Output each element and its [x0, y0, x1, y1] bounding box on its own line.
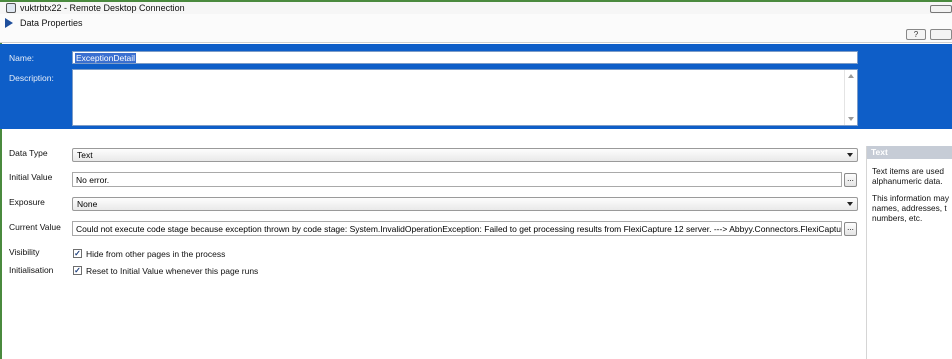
help-text-line: Text items are used — [872, 166, 944, 176]
hide-from-other-pages-label: Hide from other pages in the process — [86, 249, 226, 259]
chevron-down-icon — [847, 153, 853, 157]
data-type-value: Text — [77, 150, 93, 160]
initial-value-input[interactable]: No error. — [72, 172, 842, 187]
current-value-input[interactable]: Could not execute code stage because exc… — [72, 221, 842, 236]
help-panel: Text Text items are used alphanumeric da… — [866, 146, 952, 359]
dialog-minimize-button[interactable] — [930, 29, 952, 40]
scroll-up-arrow-icon[interactable] — [848, 74, 854, 78]
initial-value-text: No error. — [76, 175, 110, 185]
description-textarea[interactable] — [72, 69, 858, 126]
exposure-label: Exposure — [9, 197, 45, 207]
remote-desktop-icon — [6, 3, 16, 13]
name-label: Name: — [9, 53, 35, 63]
exposure-dropdown[interactable]: None — [72, 197, 858, 211]
visibility-label: Visibility — [9, 247, 40, 257]
current-value-text: Could not execute code stage because exc… — [76, 224, 842, 234]
data-type-dropdown[interactable]: Text — [72, 148, 858, 162]
current-value-label: Current Value — [9, 222, 61, 232]
dialog-title: Data Properties — [20, 18, 83, 28]
minimize-button[interactable] — [930, 5, 952, 13]
initialisation-label: Initialisation — [9, 265, 54, 275]
chevron-down-icon — [847, 202, 853, 206]
help-text-line: names, addresses, t — [872, 203, 947, 213]
blueprism-arrow-icon — [5, 18, 13, 28]
help-button[interactable]: ? — [906, 29, 926, 40]
exposure-value: None — [77, 199, 98, 209]
properties-header: Name: ExceptionDetail Description: — [0, 44, 952, 129]
name-input[interactable]: ExceptionDetail — [72, 51, 858, 64]
description-label: Description: — [9, 73, 54, 83]
help-panel-title: Text — [867, 146, 952, 159]
scroll-down-arrow-icon[interactable] — [848, 117, 854, 121]
name-value: ExceptionDetail — [75, 53, 137, 63]
help-text-line: alphanumeric data. — [872, 176, 943, 186]
hide-from-other-pages-checkbox[interactable]: ✓ — [73, 249, 82, 258]
initial-value-label: Initial Value — [9, 172, 53, 182]
reset-initial-value-label: Reset to Initial Value whenever this pag… — [86, 266, 259, 276]
reset-initial-value-checkbox[interactable]: ✓ — [73, 266, 82, 275]
help-text-line: This information may — [872, 193, 950, 203]
help-text-line: numbers, etc. — [872, 213, 923, 223]
description-scrollbar[interactable] — [844, 70, 857, 125]
initial-value-ellipsis-button[interactable]: ... — [844, 173, 857, 187]
data-type-label: Data Type — [9, 148, 48, 158]
dialog-title-bar[interactable]: Data Properties ? — [0, 14, 952, 43]
current-value-ellipsis-button[interactable]: ... — [844, 222, 857, 236]
remote-desktop-title-bar[interactable]: vuktrbtx22 - Remote Desktop Connection — [0, 0, 952, 14]
